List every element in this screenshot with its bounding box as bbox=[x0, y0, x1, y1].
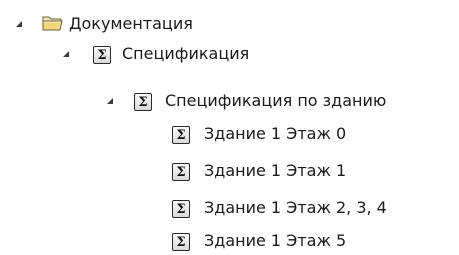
sigma-icon: Σ bbox=[172, 163, 190, 181]
sigma-icon: Σ bbox=[172, 126, 190, 144]
tree-item-floor-5[interactable]: Σ Здание 1 Этаж 5 bbox=[172, 229, 432, 255]
sigma-icon: Σ bbox=[93, 46, 111, 64]
tree-item-label: Здание 1 Этаж 0 bbox=[204, 124, 347, 143]
sigma-icon: Σ bbox=[172, 233, 190, 251]
tree-item-specification[interactable]: Σ Спецификация bbox=[63, 42, 323, 68]
expand-toggle-icon[interactable] bbox=[63, 51, 69, 57]
tree-item-label: Здание 1 Этаж 1 bbox=[204, 161, 347, 180]
tree-item-label: Спецификация bbox=[122, 44, 250, 63]
sigma-icon: Σ bbox=[134, 93, 152, 111]
tree-item-documentation[interactable]: Документация bbox=[14, 12, 254, 38]
folder-open-icon bbox=[42, 14, 64, 36]
sigma-icon: Σ bbox=[172, 200, 190, 218]
tree-item-label: Здание 1 Этаж 5 bbox=[204, 231, 347, 250]
tree-view: Документация Σ Спецификация Σ Спецификац… bbox=[0, 0, 459, 255]
tree-item-label: Документация bbox=[69, 14, 193, 33]
tree-item-floor-1[interactable]: Σ Здание 1 Этаж 1 bbox=[172, 159, 432, 185]
tree-item-building-specification[interactable]: Σ Спецификация по зданию bbox=[107, 89, 457, 115]
tree-item-label: Спецификация по зданию bbox=[165, 91, 387, 110]
expand-toggle-icon[interactable] bbox=[107, 98, 113, 104]
tree-item-floor-2-3-4[interactable]: Σ Здание 1 Этаж 2, 3, 4 bbox=[172, 196, 442, 222]
tree-item-label: Здание 1 Этаж 2, 3, 4 bbox=[204, 198, 387, 217]
tree-item-floor-0[interactable]: Σ Здание 1 Этаж 0 bbox=[172, 122, 432, 148]
expand-toggle-icon[interactable] bbox=[16, 21, 22, 27]
